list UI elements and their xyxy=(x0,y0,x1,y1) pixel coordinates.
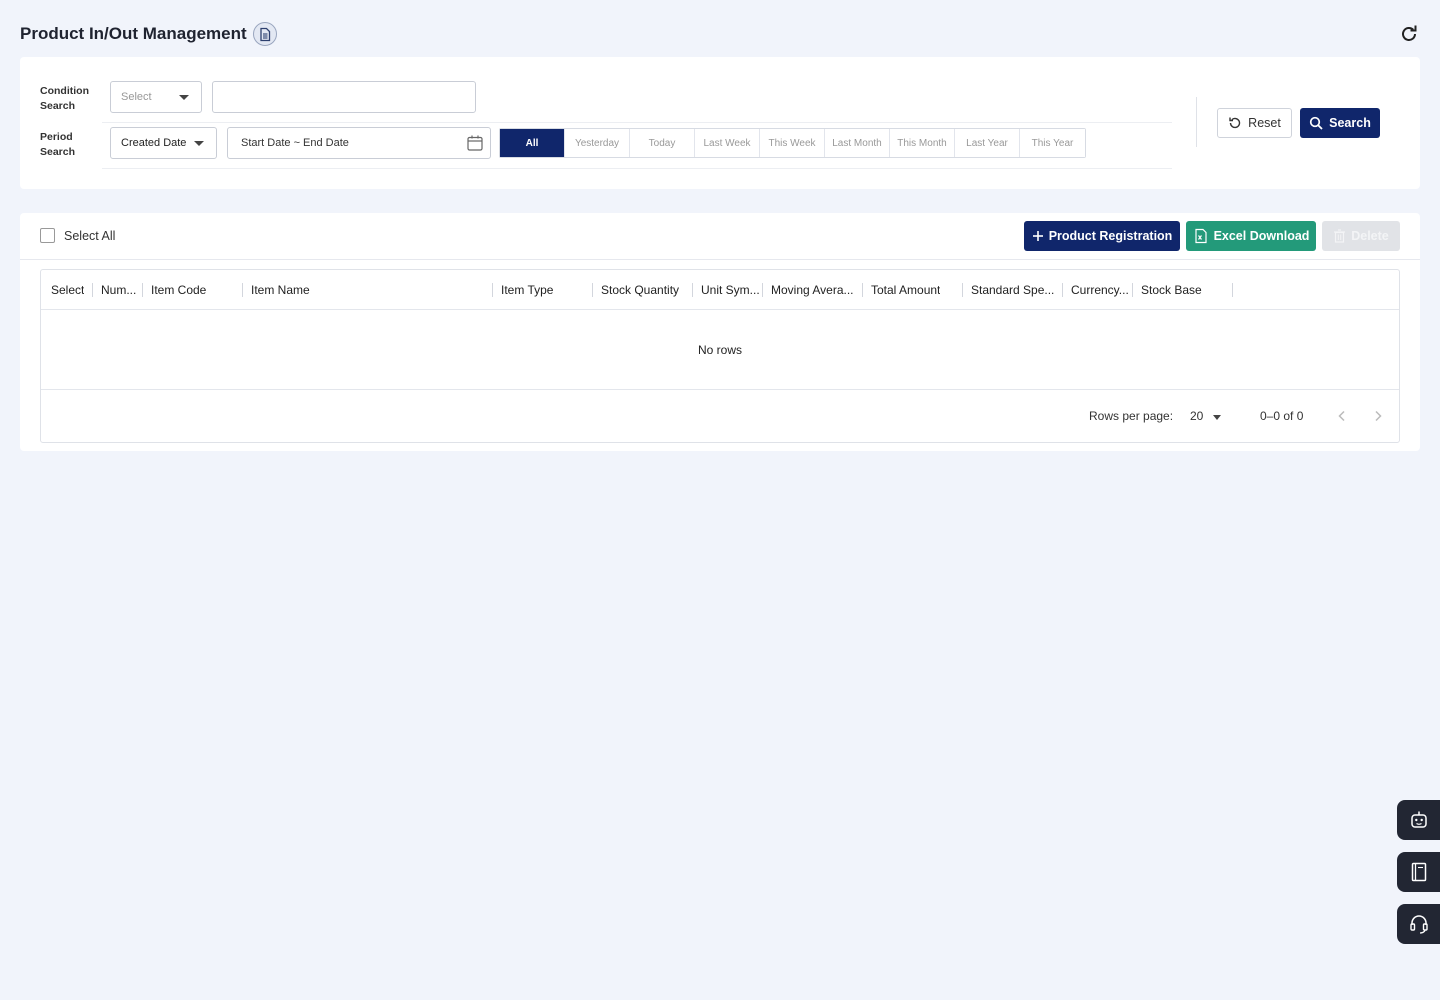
column-header-label: Currency... xyxy=(1071,283,1129,297)
select-all-label: Select All xyxy=(64,228,116,243)
support-button[interactable] xyxy=(1397,904,1440,944)
chevron-down-icon xyxy=(179,95,189,100)
plus-icon xyxy=(1032,231,1043,241)
product-registration-label: Product Registration xyxy=(1048,229,1173,243)
period-button-all[interactable]: All xyxy=(500,129,565,157)
column-header-num[interactable]: Num... xyxy=(91,270,141,310)
column-header-label: Item Code xyxy=(151,283,207,297)
period-quick-buttons: All Yesterday Today Last Week This Week Last … xyxy=(499,128,1086,158)
calendar-icon[interactable] xyxy=(466,134,484,152)
period-button-this-week[interactable]: This Week xyxy=(760,129,825,157)
column-header-stock-quantity[interactable]: Stock Quantity xyxy=(591,270,691,310)
period-type-select[interactable]: Created Date xyxy=(110,127,217,159)
period-label-line1: Period xyxy=(40,131,73,143)
product-registration-button[interactable]: Product Registration xyxy=(1024,221,1180,251)
delete-label: Delete xyxy=(1351,229,1389,243)
column-header-label: Total Amount xyxy=(871,283,941,297)
column-header-item-code[interactable]: Item Code xyxy=(141,270,241,310)
reset-icon xyxy=(1229,117,1241,129)
chatbot-button[interactable] xyxy=(1397,800,1440,840)
row-divider xyxy=(102,122,1172,123)
period-button-this-month[interactable]: This Month xyxy=(890,129,955,157)
column-header-label: Item Name xyxy=(251,283,310,297)
period-button-last-week[interactable]: Last Week xyxy=(695,129,760,157)
column-resize-handle[interactable] xyxy=(1232,283,1233,297)
chevron-down-icon xyxy=(194,141,204,146)
search-panel: Condition Search Select Period Search Cr… xyxy=(20,57,1420,189)
period-button-last-month[interactable]: Last Month xyxy=(825,129,890,157)
reset-button[interactable]: Reset xyxy=(1217,108,1292,138)
condition-select-placeholder: Select xyxy=(121,91,152,103)
period-type-value: Created Date xyxy=(121,137,187,149)
date-range-input[interactable]: Start Date ~ End Date xyxy=(227,127,491,159)
column-header-label: Stock Quantity xyxy=(601,283,680,297)
chatbot-icon xyxy=(1410,811,1427,828)
condition-label-line2: Search xyxy=(40,100,76,112)
condition-search-input[interactable] xyxy=(212,81,476,113)
data-grid: Select Num... Item Code Item Name Item Type S… xyxy=(40,269,1400,443)
manual-button[interactable] xyxy=(1397,852,1440,892)
column-header-total-amount[interactable]: Total Amount xyxy=(861,270,961,310)
select-all-checkbox[interactable] xyxy=(40,228,55,243)
search-icon xyxy=(1309,116,1323,130)
trash-icon xyxy=(1334,229,1346,243)
row-divider xyxy=(102,168,1172,169)
column-header-label: Num... xyxy=(101,283,137,297)
pagination-info: 0–0 of 0 xyxy=(1260,409,1304,423)
column-header-label: Select xyxy=(51,283,85,297)
vertical-divider xyxy=(1196,97,1197,147)
column-header-currency[interactable]: Currency... xyxy=(1061,270,1131,310)
column-header-moving-avera[interactable]: Moving Avera... xyxy=(761,270,861,310)
grid-header: Select Num... Item Code Item Name Item Type S… xyxy=(41,270,1399,310)
empty-state: No rows xyxy=(41,310,1399,390)
column-header-label: Standard Spe... xyxy=(971,283,1055,297)
grid-footer: Rows per page: 20 0–0 of 0 xyxy=(41,391,1399,443)
manual-book-icon xyxy=(1411,862,1426,882)
prev-page-button[interactable] xyxy=(1331,405,1353,427)
period-search-label: Period Search xyxy=(40,130,75,160)
period-label-line2: Search xyxy=(40,146,76,158)
column-header-item-name[interactable]: Item Name xyxy=(241,270,491,310)
column-header-select[interactable]: Select xyxy=(41,270,91,310)
list-toolbar: Select All Product Registration Excel Do… xyxy=(20,213,1420,260)
excel-download-label: Excel Download xyxy=(1213,229,1310,243)
column-header-label: Moving Avera... xyxy=(771,283,854,297)
delete-button[interactable]: Delete xyxy=(1322,221,1400,251)
chevron-right-icon xyxy=(1375,410,1382,422)
excel-download-button[interactable]: Excel Download xyxy=(1186,221,1316,251)
condition-select[interactable]: Select xyxy=(110,81,202,113)
next-page-button[interactable] xyxy=(1367,405,1389,427)
search-button[interactable]: Search xyxy=(1300,108,1380,138)
excel-icon xyxy=(1194,228,1207,244)
page-title: Product In/Out Management xyxy=(20,24,247,43)
chevron-left-icon xyxy=(1338,410,1345,422)
column-header-item-type[interactable]: Item Type xyxy=(491,270,591,310)
column-header-label: Unit Sym... xyxy=(701,283,760,297)
search-label: Search xyxy=(1329,116,1371,130)
column-header-label: Stock Base xyxy=(1141,283,1202,297)
condition-label-line1: Condition xyxy=(40,85,89,97)
condition-search-label: Condition Search xyxy=(40,84,89,114)
column-header-label: Item Type xyxy=(501,283,554,297)
column-header-standard-spe[interactable]: Standard Spe... xyxy=(961,270,1061,310)
rows-per-page-select[interactable]: 20 xyxy=(1190,409,1203,423)
chevron-down-icon[interactable] xyxy=(1213,415,1221,420)
reset-label: Reset xyxy=(1248,116,1281,130)
column-header-unit-sym[interactable]: Unit Sym... xyxy=(691,270,761,310)
support-headset-icon xyxy=(1409,915,1428,934)
date-range-placeholder: Start Date ~ End Date xyxy=(241,137,349,149)
period-button-yesterday[interactable]: Yesterday xyxy=(565,129,630,157)
select-all[interactable]: Select All xyxy=(40,228,115,243)
period-button-today[interactable]: Today xyxy=(630,129,695,157)
document-icon[interactable] xyxy=(252,22,277,46)
page-header: Product In/Out Management xyxy=(20,19,1420,49)
refresh-icon[interactable] xyxy=(1398,23,1420,45)
rows-per-page-label: Rows per page: xyxy=(1089,409,1174,423)
period-button-last-year[interactable]: Last Year xyxy=(955,129,1020,157)
list-panel: Select All Product Registration Excel Do… xyxy=(20,213,1420,451)
column-header-stock-base[interactable]: Stock Base xyxy=(1131,270,1231,310)
period-button-this-year[interactable]: This Year xyxy=(1020,129,1085,157)
